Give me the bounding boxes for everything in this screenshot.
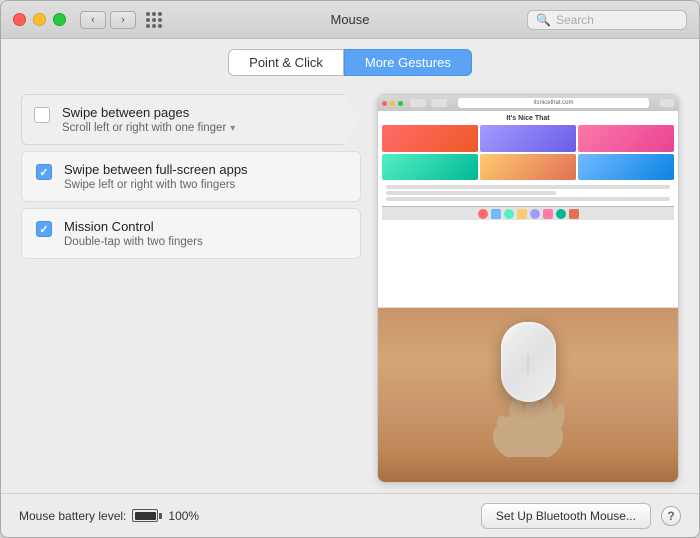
minimize-button[interactable] xyxy=(33,13,46,26)
forward-button[interactable]: › xyxy=(110,11,136,29)
swipe-pages-row[interactable]: Swipe between pages Scroll left or right… xyxy=(21,94,361,145)
mission-control-subtitle: Double-tap with two fingers xyxy=(64,236,203,248)
nav-buttons: ‹ › xyxy=(80,11,136,29)
color-block-5 xyxy=(480,154,576,181)
main-window: ‹ › Mouse 🔍 Search Point & Click More Ge… xyxy=(0,0,700,538)
maximize-button[interactable] xyxy=(53,13,66,26)
art-line-short xyxy=(386,191,556,195)
mission-control-text: Mission Control Double-tap with two fing… xyxy=(64,219,203,248)
battery-icon xyxy=(132,509,162,522)
right-panel: itsnicethat.com It's Nice That xyxy=(377,94,679,483)
url-bar: itsnicethat.com xyxy=(458,98,649,108)
setup-bluetooth-button[interactable]: Set Up Bluetooth Mouse... xyxy=(481,503,651,529)
color-block-4 xyxy=(382,154,478,181)
mouse-device xyxy=(501,322,556,402)
tab-point-click[interactable]: Point & Click xyxy=(228,49,344,76)
title-bar: ‹ › Mouse 🔍 Search xyxy=(1,1,699,39)
close-button[interactable] xyxy=(13,13,26,26)
swipe-pages-text: Swipe between pages Scroll left or right… xyxy=(62,105,235,134)
battery-fill xyxy=(135,512,156,520)
left-panel: Swipe between pages Scroll left or right… xyxy=(21,94,361,483)
battery-tip xyxy=(159,513,162,519)
dock xyxy=(382,206,674,220)
swipe-pages-checkbox[interactable] xyxy=(34,107,50,123)
help-button[interactable]: ? xyxy=(661,506,681,526)
mission-control-title: Mission Control xyxy=(64,219,203,234)
tab-bar: Point & Click More Gestures xyxy=(1,39,699,84)
art-line-2 xyxy=(386,197,670,201)
swipe-fullscreen-row[interactable]: Swipe between full-screen apps Swipe lef… xyxy=(21,151,361,202)
grid-button[interactable] xyxy=(146,12,162,28)
mouse-hand-area xyxy=(378,308,678,482)
article-lines xyxy=(382,183,674,203)
settings-rows: Swipe between full-screen apps Swipe lef… xyxy=(21,151,361,259)
back-button[interactable]: ‹ xyxy=(80,11,106,29)
color-block-3 xyxy=(578,125,674,152)
dropdown-icon[interactable]: ▾ xyxy=(230,123,235,134)
battery-section: Mouse battery level: 100% xyxy=(19,509,199,523)
swipe-fullscreen-subtitle: Swipe left or right with two fingers xyxy=(64,179,248,191)
swipe-fullscreen-checkbox[interactable] xyxy=(36,164,52,180)
hand-svg xyxy=(483,397,573,457)
color-blocks xyxy=(382,125,674,180)
mission-control-checkbox[interactable] xyxy=(36,221,52,237)
footer-right: Set Up Bluetooth Mouse... ? xyxy=(481,503,681,529)
color-block-2 xyxy=(480,125,576,152)
battery-percent: 100% xyxy=(168,509,199,523)
main-content: Swipe between pages Scroll left or right… xyxy=(1,84,699,493)
color-block-1 xyxy=(382,125,478,152)
footer: Mouse battery level: 100% Set Up Bluetoo… xyxy=(1,493,699,537)
color-block-6 xyxy=(578,154,674,181)
battery-body xyxy=(132,509,158,522)
search-input[interactable]: Search xyxy=(556,13,594,27)
search-icon: 🔍 xyxy=(536,13,551,27)
swipe-fullscreen-text: Swipe between full-screen apps Swipe lef… xyxy=(64,162,248,191)
search-bar[interactable]: 🔍 Search xyxy=(527,10,687,30)
swipe-fullscreen-title: Swipe between full-screen apps xyxy=(64,162,248,177)
mouse-line xyxy=(528,354,529,374)
battery-label: Mouse battery level: xyxy=(19,509,126,523)
traffic-lights xyxy=(13,13,66,26)
browser-url-bar: itsnicethat.com xyxy=(378,95,678,111)
window-title: Mouse xyxy=(330,12,369,27)
tab-more-gestures[interactable]: More Gestures xyxy=(344,49,472,76)
swipe-pages-subtitle: Scroll left or right with one finger ▾ xyxy=(62,122,235,134)
browser-preview: itsnicethat.com It's Nice That xyxy=(378,95,678,308)
mission-control-row[interactable]: Mission Control Double-tap with two fing… xyxy=(21,208,361,259)
browser-content: It's Nice That xyxy=(378,111,678,224)
site-title: It's Nice That xyxy=(382,115,674,122)
swipe-pages-title: Swipe between pages xyxy=(62,105,235,120)
art-line xyxy=(386,185,670,189)
